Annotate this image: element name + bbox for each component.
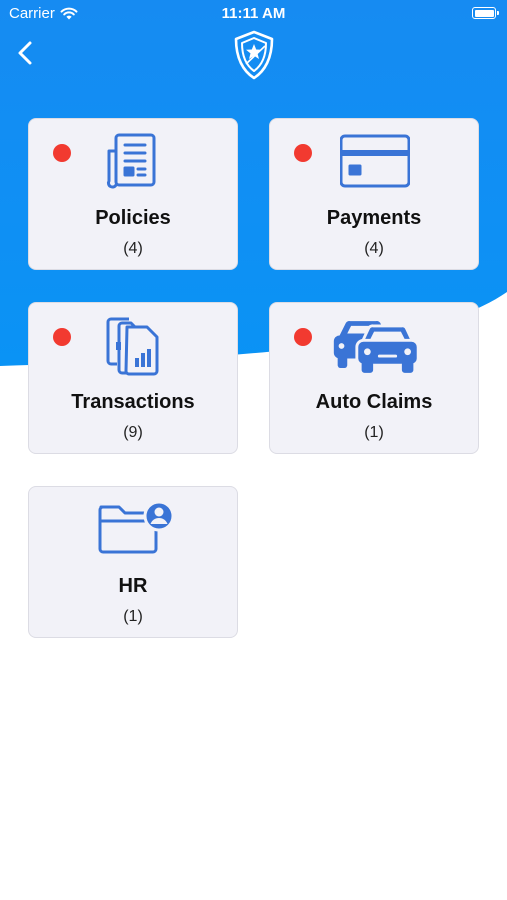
card-count: (4) <box>123 240 143 257</box>
status-bar: Carrier 11:11 AM <box>0 0 507 28</box>
shield-star-logo <box>234 30 274 80</box>
card-label: HR <box>118 575 148 597</box>
cars-icon <box>333 321 420 373</box>
hr-card[interactable]: HR (1) <box>28 486 238 638</box>
battery-icon <box>472 7 499 19</box>
policies-card[interactable]: Policies (4) <box>28 118 238 270</box>
card-label: Payments <box>326 207 422 229</box>
card-count: (9) <box>123 424 143 441</box>
card-count: (1) <box>123 608 143 625</box>
notification-badge <box>53 328 71 346</box>
transactions-card[interactable]: Transactions (9) <box>28 302 238 454</box>
card-count: (4) <box>364 240 384 257</box>
status-time: 11:11 AM <box>221 5 286 22</box>
chevron-left-icon <box>18 41 32 65</box>
card-label: Transactions <box>71 391 195 413</box>
document-icon <box>107 133 156 189</box>
credit-card-icon <box>340 134 410 188</box>
card-label: Auto Claims <box>315 391 433 413</box>
card-count: (1) <box>364 424 384 441</box>
transactions-icon <box>106 317 159 376</box>
card-label: Policies <box>95 207 171 229</box>
folder-user-icon <box>98 500 175 554</box>
back-button[interactable] <box>12 38 40 68</box>
notification-badge <box>53 144 71 162</box>
notification-badge <box>294 144 312 162</box>
notification-badge <box>294 328 312 346</box>
payments-card[interactable]: Payments (4) <box>269 118 479 270</box>
auto-claims-card[interactable]: Auto Claims (1) <box>269 302 479 454</box>
